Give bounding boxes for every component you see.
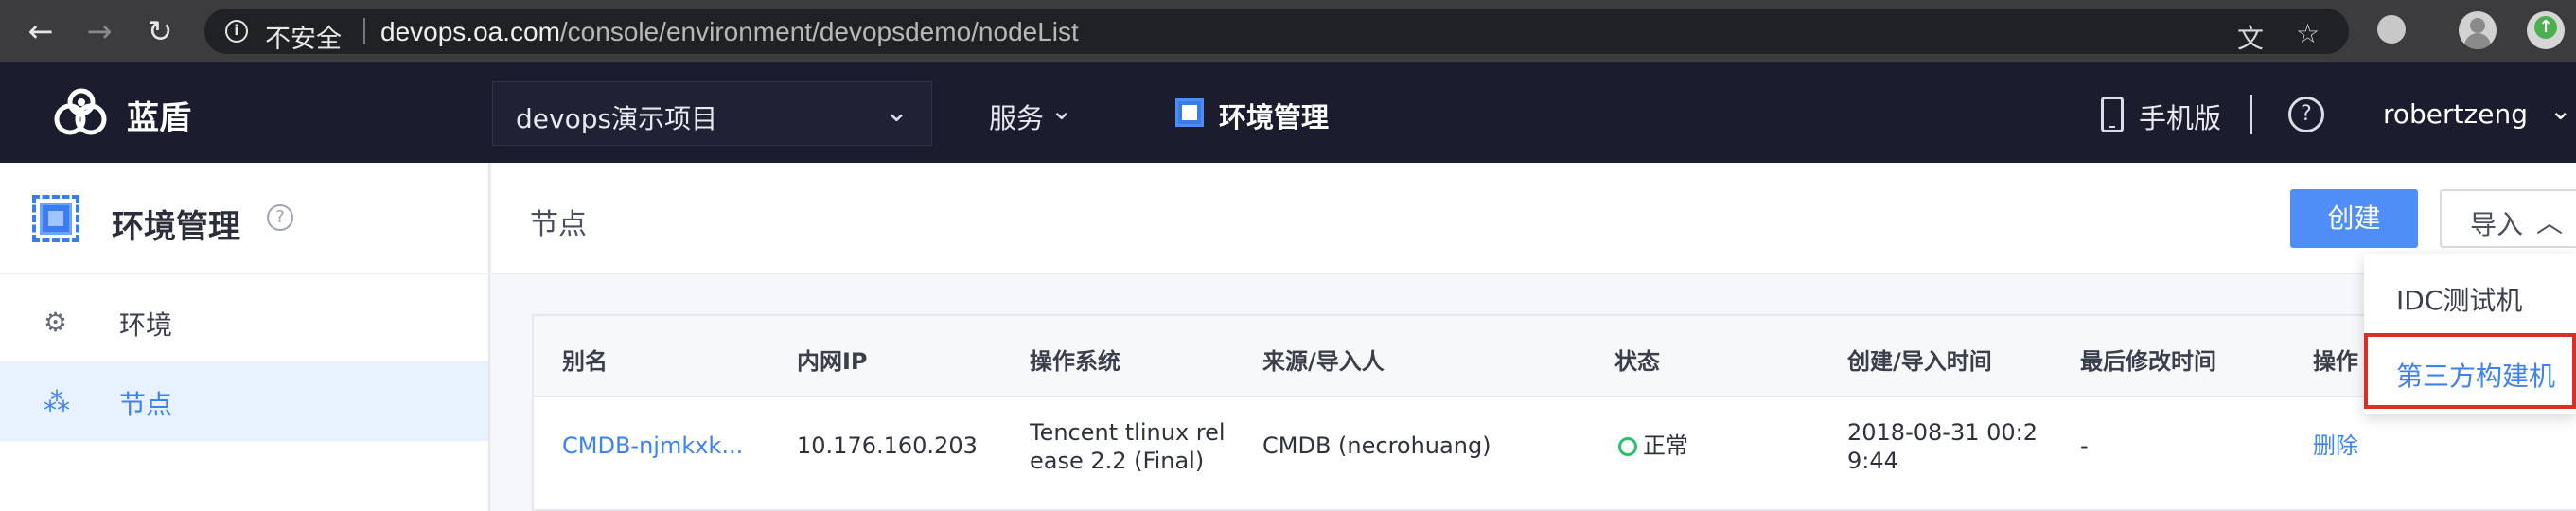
header-divider (2250, 95, 2252, 134)
security-label: 不安全 (265, 25, 342, 54)
create-button[interactable]: 创建 (2290, 189, 2418, 248)
chevron-down-icon: ⌄ (884, 96, 909, 129)
address-bar[interactable]: i 不安全 devops.oa.com/console/environment/… (204, 9, 2349, 54)
nodes-icon: ⁂ (44, 386, 70, 417)
node-created-time: 2018-08-31 00:2 9:44 (1847, 419, 2038, 474)
node-status: 正常 (1643, 432, 1688, 459)
profile-icon[interactable] (2459, 11, 2497, 49)
update-icon[interactable] (2527, 11, 2565, 49)
extension-icon[interactable] (2377, 15, 2406, 44)
browser-toolbar: ← → ↻ i 不安全 devops.oa.com/console/enviro… (0, 0, 2576, 62)
column-header: 操作系统 (1030, 348, 1120, 375)
column-header: 创建/导入时间 (1847, 348, 1992, 375)
star-icon[interactable]: ☆ (2296, 18, 2320, 49)
url-host: devops.oa.com (380, 17, 560, 46)
env-management-nav[interactable]: 环境管理 (1219, 96, 1329, 135)
app-header: 蓝盾 devops演示项目 ⌄ 服务 ⌄ 环境管理 手机版 ? robertze… (0, 62, 2576, 163)
brand-name: 蓝盾 (127, 99, 191, 137)
page-title: 节点 (530, 208, 587, 241)
sidebar-title: 环境管理 (112, 208, 240, 246)
import-option-label: IDC测试机 (2396, 285, 2523, 316)
gear-icon: ⚙ (44, 307, 68, 338)
column-header: 内网IP (797, 348, 868, 375)
table-header: 别名 内网IP 操作系统 来源/导入人 状态 创建/导入时间 最后修改时间 操作 (534, 316, 2576, 397)
translate-icon[interactable]: 文 (2237, 18, 2264, 56)
chevron-up-icon: ︿ (2536, 207, 2564, 238)
import-button[interactable]: 导入 ︿ (2440, 189, 2576, 248)
column-header: 操作 (2313, 348, 2358, 375)
status-ok-icon (1618, 437, 1637, 456)
column-header: 来源/导入人 (1262, 348, 1385, 375)
node-alias-link[interactable]: CMDB-njmkxk... (562, 432, 743, 460)
chip-icon (1175, 98, 1204, 127)
column-header: 最后修改时间 (2080, 348, 2216, 375)
user-menu[interactable]: robertzeng (2383, 98, 2528, 130)
info-icon[interactable]: i (225, 20, 248, 43)
help-icon[interactable]: ? (267, 204, 293, 231)
sidebar-header: 环境管理 ? (0, 163, 490, 274)
sidebar: 环境管理 ? ⚙ 环境 ⁂ 节点 (0, 163, 490, 511)
project-selector[interactable]: devops演示项目 ⌄ (492, 81, 932, 146)
node-source: CMDB (necrohuang) (1262, 432, 1491, 459)
chevron-down-icon: ⌄ (1050, 95, 1073, 126)
node-os: Tencent tlinux rel ease 2.2 (Final) (1030, 419, 1226, 474)
chevron-down-icon: ⌄ (2550, 95, 2572, 126)
node-modified-time: - (2080, 432, 2089, 459)
mobile-version-link[interactable]: 手机版 (2139, 97, 2221, 136)
help-icon[interactable]: ? (2288, 97, 2324, 132)
logo-icon (54, 88, 107, 135)
delete-link[interactable]: 删除 (2313, 432, 2358, 460)
node-table: 别名 内网IP 操作系统 来源/导入人 状态 创建/导入时间 最后修改时间 操作… (532, 314, 2576, 511)
import-button-label: 导入 (2470, 209, 2524, 240)
url-path: /console/environment/devopsdemo/nodeList (559, 17, 1079, 46)
address-separator (363, 18, 365, 44)
chip-icon (32, 195, 79, 242)
phone-icon (2101, 97, 2124, 132)
column-header: 别名 (562, 348, 608, 375)
import-option-third-party[interactable]: 第三方构建机 (2364, 333, 2576, 409)
import-option-label: 第三方构建机 (2396, 361, 2556, 392)
sidebar-item-label: 节点 (119, 389, 173, 420)
services-menu[interactable]: 服务 (989, 97, 1044, 136)
sidebar-item-nodes[interactable]: ⁂ 节点 (0, 361, 488, 441)
url-text[interactable]: devops.oa.com/console/environment/devops… (380, 17, 1079, 47)
import-option-idc[interactable]: IDC测试机 (2364, 257, 2576, 333)
sidebar-item-label: 环境 (119, 309, 173, 341)
project-name: devops演示项目 (516, 103, 718, 134)
node-ip: 10.176.160.203 (797, 432, 978, 459)
sidebar-item-environment[interactable]: ⚙ 环境 (0, 282, 488, 361)
content-header: 节点 创建 导入 ︿ (492, 163, 2576, 274)
import-dropdown: IDC测试机 第三方构建机 (2364, 254, 2576, 414)
column-header: 状态 (1614, 348, 1660, 375)
reload-icon[interactable]: ↻ (144, 15, 176, 47)
back-icon[interactable]: ← (25, 15, 57, 47)
forward-icon[interactable]: → (83, 15, 115, 47)
